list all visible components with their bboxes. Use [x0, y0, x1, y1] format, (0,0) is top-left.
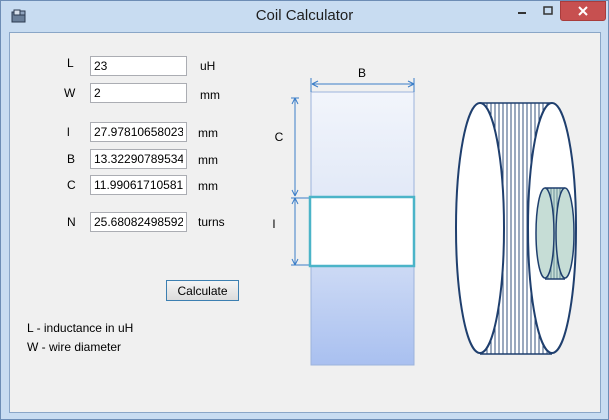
- coil-diagram: B C l: [273, 66, 577, 366]
- coil-core-face: [555, 187, 575, 279]
- maximize-button[interactable]: [535, 1, 560, 21]
- winding-window: [308, 195, 416, 268]
- close-icon: [578, 6, 588, 16]
- app-window: Coil Calculator L uH W mm l mm B: [0, 0, 609, 420]
- client-area: L uH W mm l mm B mm C mm N turns Calcula…: [9, 32, 601, 413]
- dimension-l-label: l: [273, 217, 276, 231]
- close-button[interactable]: [560, 1, 606, 21]
- dimension-c-label: C: [275, 130, 284, 144]
- minimize-button[interactable]: [509, 1, 535, 21]
- title-bar[interactable]: Coil Calculator: [1, 1, 608, 32]
- maximize-icon: [542, 6, 553, 15]
- coil-back-face: [455, 102, 505, 354]
- coil-core-end: [535, 187, 555, 279]
- minimize-icon: [518, 12, 526, 14]
- coil-side-view: [455, 102, 577, 355]
- dimension-b-label: B: [358, 66, 366, 80]
